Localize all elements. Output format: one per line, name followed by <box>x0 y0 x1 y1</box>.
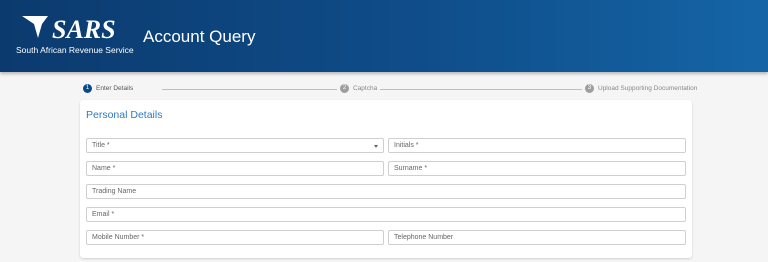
step-label-3: Upload Supporting Documentation <box>598 85 698 92</box>
personal-details-card: Personal Details Title * Initials * Name… <box>80 100 692 258</box>
step-number-2: 2 <box>340 84 349 93</box>
chevron-down-icon <box>374 145 378 148</box>
email-field[interactable]: Email * <box>86 207 686 222</box>
step-label-2: Captcha <box>353 85 378 92</box>
telephone-number-field[interactable]: Telephone Number <box>388 230 686 245</box>
header-banner: SARS South African Revenue Service Accou… <box>0 0 768 72</box>
title-label: Title * <box>92 142 110 149</box>
initials-label: Initials * <box>394 142 419 149</box>
surname-label: Surname * <box>394 165 428 172</box>
trading-name-field[interactable]: Trading Name <box>86 184 686 199</box>
mobile-number-label: Mobile Number * <box>92 234 145 241</box>
telephone-number-label: Telephone Number <box>394 234 454 241</box>
step-number-1: 1 <box>83 84 92 93</box>
step-number-3: 3 <box>585 84 594 93</box>
title-select[interactable]: Title * <box>86 138 384 153</box>
surname-field[interactable]: Surname * <box>388 161 686 176</box>
progress-stepper: 1 Enter Details 2 Captcha 3 Upload Suppo… <box>80 84 697 94</box>
step-enter-details[interactable]: 1 Enter Details <box>83 84 133 93</box>
step-captcha[interactable]: 2 Captcha <box>340 84 377 93</box>
mobile-number-field[interactable]: Mobile Number * <box>86 230 384 245</box>
name-label: Name * <box>92 165 116 172</box>
sars-logo: SARS <box>22 15 116 44</box>
step-upload-documentation[interactable]: 3 Upload Supporting Documentation <box>585 84 697 93</box>
step-label-1: Enter Details <box>96 85 134 92</box>
name-field[interactable]: Name * <box>86 161 384 176</box>
email-label: Email * <box>92 211 115 218</box>
section-title: Personal Details <box>86 109 163 121</box>
logo-text: SARS <box>52 15 116 44</box>
org-name: South African Revenue Service <box>16 45 134 55</box>
page-title: Account Query <box>143 27 256 46</box>
step-connector-1 <box>162 89 337 90</box>
initials-field[interactable]: Initials * <box>388 138 686 153</box>
trading-name-label: Trading Name <box>92 188 137 195</box>
step-connector-2 <box>380 89 582 90</box>
